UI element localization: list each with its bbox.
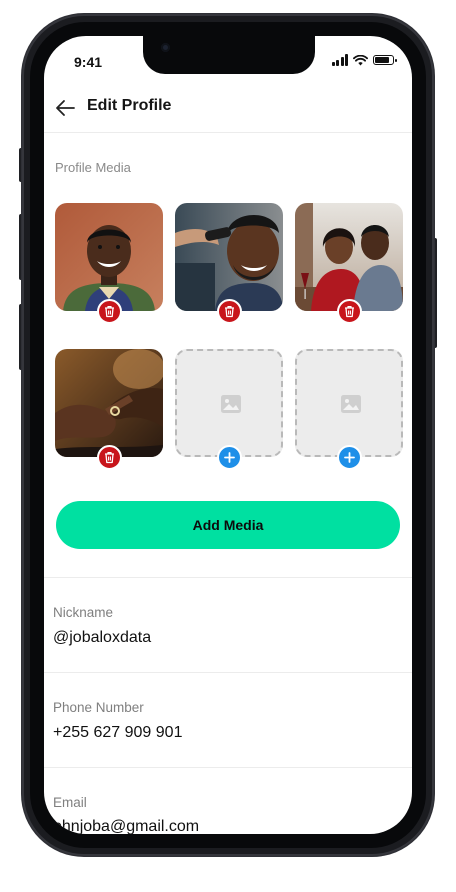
phone-mockup: 9:41 Edit Profile Profile Media Add Medi… (0, 0, 456, 892)
plus-icon (224, 452, 235, 463)
battery-icon (373, 55, 397, 65)
photo-man-smiling (55, 203, 163, 311)
phone-divider (44, 767, 412, 768)
profile-media-label: Profile Media (55, 160, 131, 175)
media-section-divider (44, 577, 412, 578)
empty-media-slot[interactable] (295, 349, 403, 457)
media-tile-3[interactable] (295, 203, 403, 324)
front-camera-icon (161, 43, 170, 52)
delete-media-button-3[interactable] (337, 299, 362, 324)
photo-ring-hands (55, 349, 163, 457)
email-value[interactable]: ohnjoba@gmail.com (53, 818, 199, 834)
battery-level (375, 57, 390, 63)
status-time: 9:41 (74, 54, 103, 70)
photo-couple-dinner (295, 203, 403, 311)
email-label: Email (53, 795, 87, 810)
add-media-button[interactable]: Add Media (56, 501, 400, 549)
header-divider (44, 132, 412, 133)
image-placeholder-icon (341, 395, 361, 413)
trash-icon (105, 305, 114, 318)
nickname-label: Nickname (53, 605, 114, 620)
media-tile-5-empty[interactable] (175, 349, 283, 470)
cellular-signal-icon (331, 54, 348, 66)
media-tile-6-empty[interactable] (295, 349, 403, 470)
media-tile-1[interactable] (55, 203, 163, 324)
delete-media-button-2[interactable] (217, 299, 242, 324)
plus-icon (344, 452, 355, 463)
empty-media-slot[interactable] (175, 349, 283, 457)
app-screen: 9:41 Edit Profile Profile Media Add Medi… (44, 36, 412, 834)
delete-media-button-4[interactable] (97, 445, 122, 470)
add-media-slot-button-5[interactable] (217, 445, 242, 470)
nickname-value[interactable]: @jobaloxdata (53, 629, 151, 647)
image-placeholder-icon (221, 395, 241, 413)
notch (143, 36, 315, 74)
phone-number-label: Phone Number (53, 700, 144, 715)
wifi-icon (353, 54, 368, 65)
nickname-divider (44, 672, 412, 673)
media-tile-4[interactable] (55, 349, 163, 470)
status-icons (331, 53, 397, 67)
trash-icon (225, 305, 234, 318)
media-tile-2[interactable] (175, 203, 283, 324)
delete-media-button-1[interactable] (97, 299, 122, 324)
add-media-slot-button-6[interactable] (337, 445, 362, 470)
page-title: Edit Profile (87, 97, 172, 114)
phone-number-value[interactable]: +255 627 909 901 (53, 724, 182, 742)
header: Edit Profile (44, 88, 412, 132)
photo-man-haircut (175, 203, 283, 311)
trash-icon (105, 451, 114, 464)
arrow-left-icon[interactable] (54, 97, 76, 119)
trash-icon (345, 305, 354, 318)
